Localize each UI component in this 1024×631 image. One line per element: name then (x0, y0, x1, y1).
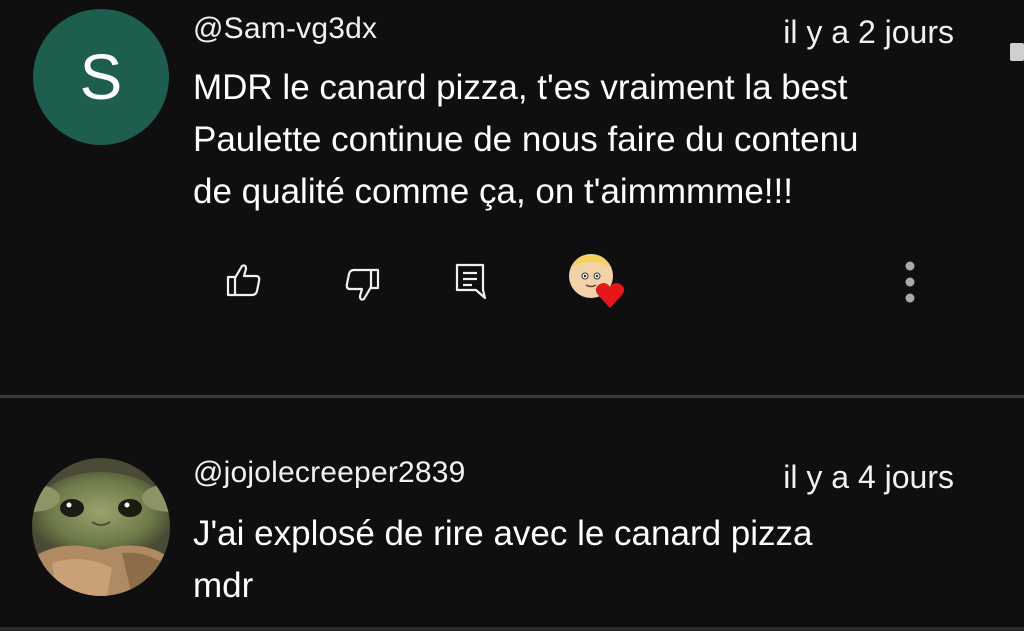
comment-menu-button[interactable] (898, 258, 922, 313)
comment-text-line: MDR le canard pizza, t'es vraiment la be… (193, 68, 848, 107)
thumbs-up-icon (226, 264, 261, 297)
avatar[interactable] (32, 458, 170, 596)
more-vertical-icon (905, 261, 915, 303)
comment-timestamp[interactable]: il y a 2 jours (783, 14, 954, 51)
comment-author[interactable]: @jojolecreeper2839 (193, 456, 466, 490)
like-button[interactable] (222, 258, 266, 307)
reply-icon (455, 263, 487, 300)
scrollbar-thumb[interactable] (1010, 43, 1024, 61)
bottom-divider (0, 627, 1024, 631)
creator-heart-icon (569, 254, 625, 308)
dislike-button[interactable] (340, 263, 384, 312)
comment-text-line: mdr (193, 566, 254, 605)
comment-text: MDR le canard pizza, t'es vraiment la be… (193, 62, 859, 218)
comment-text: J'ai explosé de rire avec le canard pizz… (193, 508, 813, 612)
reply-button[interactable] (452, 260, 492, 309)
comment-author[interactable]: @Sam-vg3dx (193, 12, 377, 46)
comment-text-line: de qualité comme ça, on t'aimmmme!!! (193, 172, 793, 211)
comments-section: S @Sam-vg3dx il y a 2 jours MDR le canar… (0, 0, 1024, 631)
avatar-letter: S (79, 41, 123, 113)
creator-heart[interactable] (565, 250, 627, 317)
thumbs-down-icon (345, 268, 380, 301)
comment-text-line: Paulette continue de nous faire du conte… (193, 120, 859, 159)
comment-text-line: J'ai explosé de rire avec le canard pizz… (193, 514, 813, 553)
comment-thread: S @Sam-vg3dx il y a 2 jours MDR le canar… (0, 0, 1024, 395)
comment-timestamp[interactable]: il y a 4 jours (783, 459, 954, 496)
avatar[interactable]: S (33, 9, 169, 145)
baby-yoda-avatar-icon (32, 458, 170, 596)
